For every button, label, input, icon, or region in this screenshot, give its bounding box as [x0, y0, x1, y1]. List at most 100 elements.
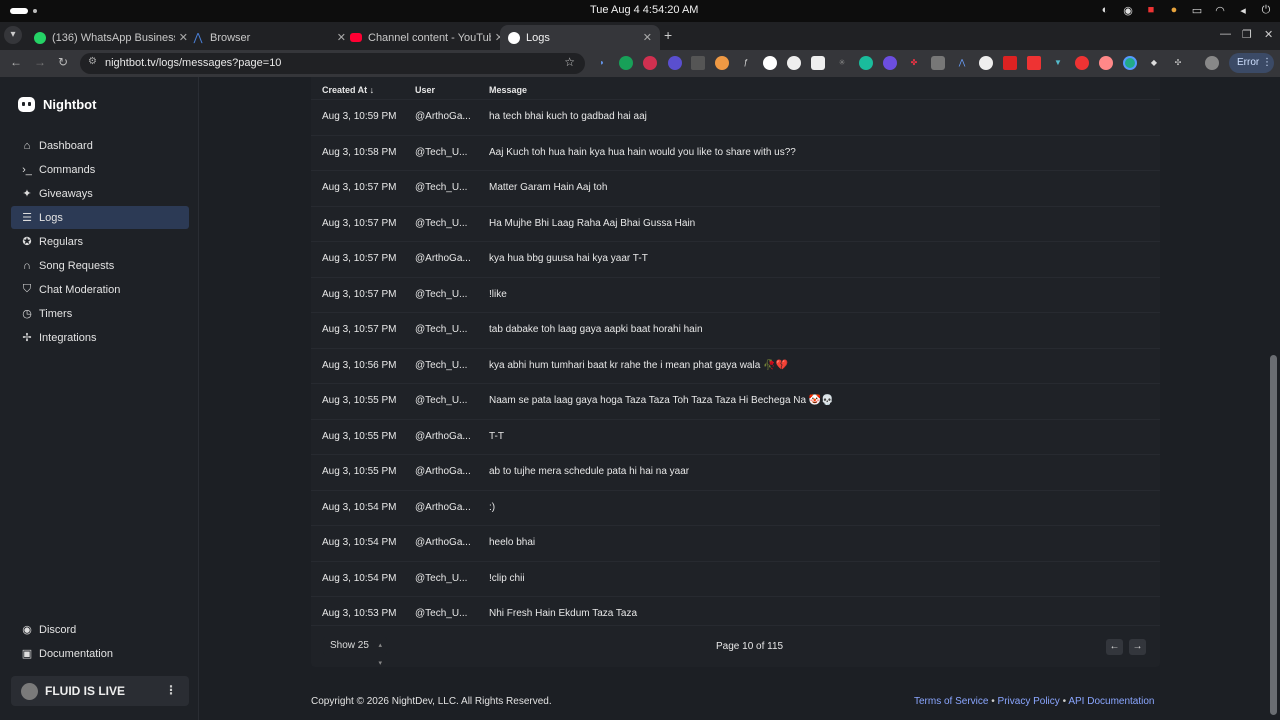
- window-close-icon[interactable]: ✕: [1264, 28, 1273, 41]
- cell-user: @Tech_U...: [415, 395, 468, 406]
- extensions-puzzle-icon[interactable]: ✣: [1171, 56, 1185, 70]
- shield-icon: ⛉: [22, 283, 32, 295]
- sidebar-item-regulars[interactable]: ✪ Regulars: [11, 230, 189, 253]
- page-info: Page 10 of 115: [716, 641, 784, 652]
- discord-tray-icon[interactable]: ◉: [1122, 4, 1134, 17]
- cell-created-at: Aug 3, 10:55 PM: [322, 466, 397, 477]
- terms-link[interactable]: Terms of Service: [914, 696, 988, 707]
- close-icon[interactable]: ✕: [643, 31, 652, 44]
- extension-icon[interactable]: [931, 56, 945, 70]
- table-row: Aug 3, 10:57 PM @ArthoGa... kya hua bbg gu…: [311, 241, 1160, 276]
- wifi-icon[interactable]: ◠: [1214, 4, 1226, 17]
- nightbot-icon: [508, 31, 520, 44]
- cell-message: kya hua bbg guusa hai kya yaar T-T: [489, 253, 648, 264]
- column-message: Message: [489, 85, 528, 95]
- tab-whatsapp[interactable]: (136) WhatsApp Business ✕: [26, 25, 196, 50]
- column-created-at[interactable]: Created At ↓: [322, 85, 374, 95]
- activities-indicator[interactable]: [10, 8, 28, 14]
- brand[interactable]: Nightbot: [18, 97, 96, 112]
- api-docs-link[interactable]: API Documentation: [1068, 696, 1154, 707]
- extension-icon[interactable]: [691, 56, 705, 70]
- extension-icon[interactable]: [1123, 56, 1137, 70]
- extension-icon[interactable]: ▼: [1051, 56, 1065, 70]
- sidebar-item-discord[interactable]: ◉ Discord: [11, 618, 189, 641]
- extension-icon[interactable]: [715, 56, 729, 70]
- extension-icon[interactable]: [668, 56, 682, 70]
- bookmark-star-icon[interactable]: ☆: [564, 55, 575, 69]
- cell-message: Nhi Fresh Hain Ekdum Taza Taza: [489, 608, 638, 619]
- table-row: Aug 3, 10:57 PM @Tech_U... Ha Mujhe Bhi La…: [311, 205, 1160, 241]
- error-button[interactable]: Error ⋮: [1229, 53, 1274, 73]
- extension-icon[interactable]: ✳: [835, 56, 849, 70]
- extension-icon[interactable]: ✤: [907, 56, 921, 70]
- screen-share-icon[interactable]: ▭: [1191, 4, 1203, 17]
- extension-icon[interactable]: [643, 56, 657, 70]
- restore-icon[interactable]: ❐: [1242, 28, 1252, 41]
- sidebar-item-song-requests[interactable]: ∩ Song Requests: [11, 254, 189, 277]
- whatsapp-icon: [34, 31, 46, 44]
- sort-caret-icon: ▴ ▾: [378, 642, 382, 667]
- extension-icon[interactable]: [619, 56, 633, 70]
- sidebar-item-logs[interactable]: ☰ Logs: [11, 206, 189, 229]
- extension-icon[interactable]: [1003, 56, 1017, 70]
- sidebar-item-timers[interactable]: ◷ Timers: [11, 302, 189, 325]
- table-row: Aug 3, 10:55 PM @ArthoGa... ab to tujhe me…: [311, 454, 1160, 489]
- reload-icon[interactable]: ↻: [58, 55, 68, 69]
- new-tab-icon[interactable]: +: [664, 27, 672, 43]
- privacy-link[interactable]: Privacy Policy: [998, 696, 1060, 707]
- app-tray-icon[interactable]: ■: [1145, 4, 1157, 17]
- table-row: Aug 3, 10:54 PM @ArthoGa... heelo bhai: [311, 525, 1160, 560]
- page-size-select[interactable]: Show 25 ▴ ▾: [323, 637, 387, 667]
- prev-page-button[interactable]: ←: [1106, 639, 1123, 655]
- tab-browser[interactable]: ⋀ Browser ✕: [184, 25, 354, 50]
- brand-name: Nightbot: [43, 97, 97, 112]
- page-scrollbar[interactable]: [1270, 355, 1277, 715]
- back-icon[interactable]: ←: [10, 55, 22, 69]
- extension-icon[interactable]: [763, 56, 777, 70]
- tab-logs[interactable]: Logs ✕: [500, 25, 660, 50]
- extension-icon[interactable]: [883, 56, 897, 70]
- extension-icon[interactable]: ⋀: [955, 56, 969, 70]
- minimize-icon[interactable]: —: [1220, 28, 1231, 40]
- error-label: Error: [1237, 57, 1260, 68]
- table-row: Aug 3, 10:57 PM @Tech_U... Matter Garam Ha…: [311, 170, 1160, 205]
- extension-icon[interactable]: ◆: [1147, 56, 1161, 70]
- cell-message: T-T: [489, 430, 504, 442]
- extension-icon[interactable]: ◗: [595, 56, 609, 70]
- sidebar-item-integrations[interactable]: ✢ Integrations: [11, 326, 189, 349]
- cell-message: :): [489, 501, 496, 513]
- sidebar-item-giveaways[interactable]: ✦ Giveaways: [11, 182, 189, 205]
- extension-icon[interactable]: [1099, 56, 1113, 70]
- sidebar-item-commands[interactable]: ›_ Commands: [11, 158, 189, 181]
- tab-search-icon[interactable]: ▾: [4, 26, 22, 44]
- extension-icon[interactable]: ƒ: [739, 56, 753, 70]
- tab-youtube[interactable]: Channel content - YouTube ✕: [342, 25, 512, 50]
- extension-icon[interactable]: [979, 56, 993, 70]
- extension-icon[interactable]: [1027, 56, 1041, 70]
- forward-icon[interactable]: →: [34, 55, 46, 69]
- volume-icon[interactable]: ◂: [1237, 4, 1249, 17]
- sidebar-item-chat-moderation[interactable]: ⛉ Chat Moderation: [11, 278, 189, 301]
- extension-icon[interactable]: [787, 56, 801, 70]
- table-row: Aug 3, 10:59 PM @ArthoGa... ha tech bhai k…: [311, 99, 1160, 134]
- cell-created-at: Aug 3, 10:56 PM: [322, 359, 397, 371]
- extension-icon[interactable]: [811, 56, 825, 70]
- system-clock[interactable]: Tue Aug 4 4:54:20 AM: [590, 4, 698, 16]
- logs-table: Created At ↓ User Message Aug 3, 10:59 P…: [311, 77, 1160, 667]
- more-vertical-icon[interactable]: ⋮: [165, 683, 177, 697]
- network-icon[interactable]: ◐: [1099, 4, 1111, 17]
- sidebar-item-documentation[interactable]: ▣ Documentation: [11, 642, 189, 665]
- profile-avatar[interactable]: [1205, 56, 1219, 70]
- site-info-icon[interactable]: ⚙: [88, 56, 97, 67]
- address-bar[interactable]: ⚙ nightbot.tv/logs/messages?page=10 ☆: [80, 53, 585, 74]
- extension-icon[interactable]: [1075, 56, 1089, 70]
- url-text[interactable]: nightbot.tv/logs/messages?page=10: [105, 57, 281, 69]
- extension-icon[interactable]: [859, 56, 873, 70]
- user-menu[interactable]: FLUID IS LIVE ⋮: [11, 676, 189, 706]
- mic-icon[interactable]: ●: [1168, 4, 1180, 17]
- cell-user: @ArthoGa...: [415, 466, 471, 477]
- power-icon[interactable]: ⏻: [1260, 4, 1272, 17]
- next-page-button[interactable]: →: [1129, 639, 1146, 655]
- cell-created-at: Aug 3, 10:57 PM: [322, 182, 397, 193]
- sidebar-item-dashboard[interactable]: ⌂ Dashboard: [11, 134, 189, 157]
